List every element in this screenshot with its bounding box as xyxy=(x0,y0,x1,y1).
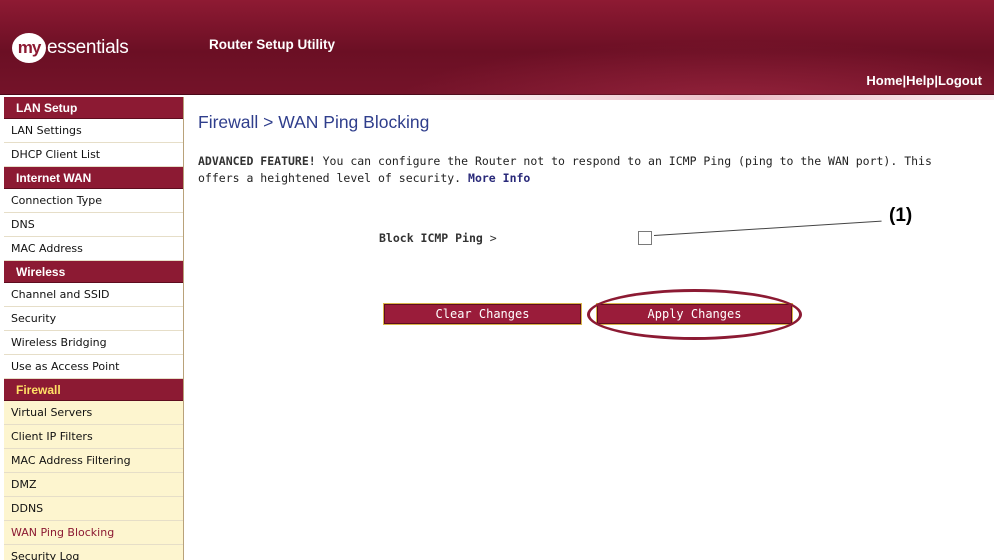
page-title: Firewall > WAN Ping Blocking xyxy=(198,112,430,132)
block-icmp-label-arrow: > xyxy=(482,231,497,245)
sidebar-item-wireless-bridging[interactable]: Wireless Bridging xyxy=(4,331,183,355)
logo-text: essentials xyxy=(47,37,129,58)
sidebar-section-internet-wan[interactable]: Internet WAN xyxy=(4,167,183,189)
top-nav-links: Home|Help|Logout xyxy=(866,73,982,88)
help-link[interactable]: Help xyxy=(906,73,934,88)
sidebar-item-mac-address[interactable]: MAC Address xyxy=(4,237,183,261)
app-title: Router Setup Utility xyxy=(209,37,336,52)
header-swoosh-decoration xyxy=(340,30,994,100)
advanced-feature-label: ADVANCED FEATURE! xyxy=(198,154,316,168)
clear-changes-button[interactable]: Clear Changes xyxy=(383,303,582,325)
callout-pointer-line xyxy=(653,220,882,236)
sidebar-item-dmz[interactable]: DMZ xyxy=(4,473,183,497)
logo-badge: my xyxy=(12,33,46,63)
sidebar-nav: LAN Setup LAN Settings DHCP Client List … xyxy=(4,97,184,560)
sidebar-item-virtual-servers[interactable]: Virtual Servers xyxy=(4,401,183,425)
more-info-link[interactable]: More Info xyxy=(468,171,530,185)
callout-label: (1) xyxy=(889,205,913,226)
sidebar-section-firewall[interactable]: Firewall xyxy=(4,379,183,401)
sidebar-item-channel-ssid[interactable]: Channel and SSID xyxy=(4,283,183,307)
sidebar-item-security-log[interactable]: Security Log xyxy=(4,545,183,560)
sidebar-item-ddns[interactable]: DDNS xyxy=(4,497,183,521)
sidebar-item-dhcp-client-list[interactable]: DHCP Client List xyxy=(4,143,183,167)
logout-link[interactable]: Logout xyxy=(938,73,982,88)
block-icmp-label: Block ICMP Ping > xyxy=(379,231,497,245)
sidebar-item-wan-ping-blocking[interactable]: WAN Ping Blocking xyxy=(4,521,183,545)
sidebar-item-access-point[interactable]: Use as Access Point xyxy=(4,355,183,379)
sidebar-item-mac-filtering[interactable]: MAC Address Filtering xyxy=(4,449,183,473)
sidebar-item-client-ip-filters[interactable]: Client IP Filters xyxy=(4,425,183,449)
sidebar-section-lan-setup[interactable]: LAN Setup xyxy=(4,97,183,119)
sidebar-item-dns[interactable]: DNS xyxy=(4,213,183,237)
sidebar-item-lan-settings[interactable]: LAN Settings xyxy=(4,119,183,143)
sidebar-item-connection-type[interactable]: Connection Type xyxy=(4,189,183,213)
sidebar-item-security[interactable]: Security xyxy=(4,307,183,331)
feature-description: ADVANCED FEATURE! You can configure the … xyxy=(198,153,958,187)
sidebar-section-wireless[interactable]: Wireless xyxy=(4,261,183,283)
home-link[interactable]: Home xyxy=(866,73,902,88)
apply-highlight-oval xyxy=(587,289,802,340)
brand-logo: my essentials xyxy=(12,33,129,63)
header-bar: my essentials Router Setup Utility Home|… xyxy=(0,0,994,100)
block-icmp-checkbox[interactable] xyxy=(638,231,652,245)
block-icmp-label-text: Block ICMP Ping xyxy=(379,231,483,245)
